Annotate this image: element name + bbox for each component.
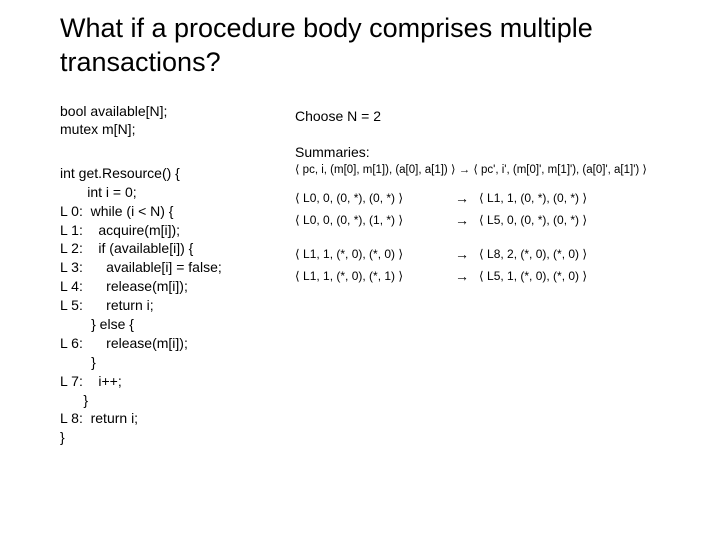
summary-rhs: ⟨ L5, 1, (*, 0), (*, 0) ⟩ [479,269,587,283]
summary-lhs: ⟨ L1, 1, (*, 0), (*, 0) ⟩ [295,247,445,261]
summary-rhs: ⟨ L5, 0, (0, *), (0, *) ⟩ [479,213,587,227]
summaries-label: Summaries: [295,144,690,160]
arrow-icon: → [455,246,469,262]
summary-row: ⟨ L0, 0, (0, *), (0, *) ⟩ → ⟨ L1, 1, (0,… [295,190,690,206]
content-columns: bool available[N]; mutex m[N]; int get.R… [60,102,690,448]
summary-rhs: ⟨ L8, 2, (*, 0), (*, 0) ⟩ [479,247,587,261]
summary-row: ⟨ L0, 0, (0, *), (1, *) ⟩ → ⟨ L5, 0, (0,… [295,212,690,228]
choose-n: Choose N = 2 [295,108,690,124]
arrow-icon: → [455,212,469,228]
left-column: bool available[N]; mutex m[N]; int get.R… [60,102,255,448]
summary-group-2: ⟨ L1, 1, (*, 0), (*, 0) ⟩ → ⟨ L8, 2, (*,… [295,246,690,284]
declarations: bool available[N]; mutex m[N]; [60,102,255,138]
summary-lhs: ⟨ L0, 0, (0, *), (0, *) ⟩ [295,191,445,205]
decl-line-1: bool available[N]; [60,102,255,120]
summary-schema: ⟨ pc, i, (m[0], m[1]), (a[0], a[1]) ⟩ → … [295,162,690,176]
slide-title: What if a procedure body comprises multi… [60,12,690,80]
summary-group-1: ⟨ L0, 0, (0, *), (0, *) ⟩ → ⟨ L1, 1, (0,… [295,190,690,228]
code-listing: int get.Resource() { int i = 0; L 0: whi… [60,164,255,447]
summary-row: ⟨ L1, 1, (*, 0), (*, 1) ⟩ → ⟨ L5, 1, (*,… [295,268,690,284]
decl-line-2: mutex m[N]; [60,120,255,138]
arrow-icon: → [455,190,469,206]
arrow-icon: → [455,268,469,284]
summary-lhs: ⟨ L1, 1, (*, 0), (*, 1) ⟩ [295,269,445,283]
summary-rhs: ⟨ L1, 1, (0, *), (0, *) ⟩ [479,191,587,205]
summary-lhs: ⟨ L0, 0, (0, *), (1, *) ⟩ [295,213,445,227]
right-column: Choose N = 2 Summaries: ⟨ pc, i, (m[0], … [295,102,690,448]
summary-row: ⟨ L1, 1, (*, 0), (*, 0) ⟩ → ⟨ L8, 2, (*,… [295,246,690,262]
